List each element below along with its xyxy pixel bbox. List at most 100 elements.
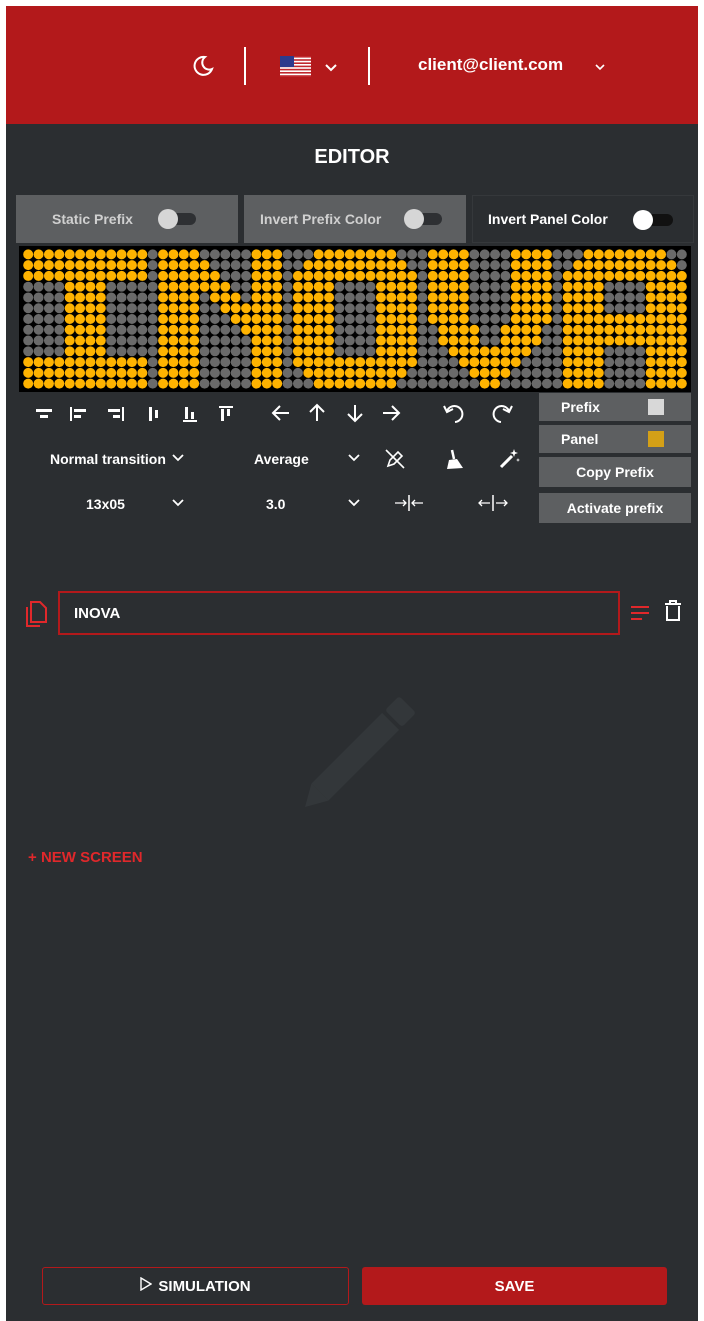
duration-select[interactable]: 3.0 [266,496,285,512]
led-on[interactable] [573,260,584,271]
led-on[interactable] [604,324,615,335]
led-on[interactable] [386,346,397,357]
led-off[interactable] [427,378,438,389]
led-on[interactable] [334,357,345,368]
led-on[interactable] [375,260,386,271]
led-on[interactable] [303,335,314,346]
led-off[interactable] [126,346,137,357]
redo-icon[interactable] [488,400,516,428]
led-off[interactable] [438,357,449,368]
led-on[interactable] [676,346,687,357]
led-on[interactable] [624,270,635,281]
led-off[interactable] [417,249,428,260]
led-on[interactable] [396,303,407,314]
led-on[interactable] [261,314,272,324]
led-off[interactable] [490,303,501,314]
led-on[interactable] [510,260,521,271]
led-on[interactable] [676,303,687,314]
led-on[interactable] [541,303,552,314]
led-on[interactable] [666,346,677,357]
led-on[interactable] [64,303,75,314]
led-on[interactable] [521,314,532,324]
led-on[interactable] [261,367,272,378]
static-prefix-toggle[interactable]: Static Prefix [16,195,238,243]
expand-horizontal-icon[interactable] [476,492,510,514]
led-on[interactable] [334,249,345,260]
led-on[interactable] [614,314,625,324]
led-off[interactable] [137,314,148,324]
led-on[interactable] [676,335,687,346]
align-right-icon[interactable] [106,404,126,424]
led-on[interactable] [635,270,646,281]
led-on[interactable] [365,357,376,368]
led-on[interactable] [666,335,677,346]
led-on[interactable] [116,249,127,260]
arrow-down-icon[interactable] [342,400,368,426]
led-on[interactable] [645,303,656,314]
led-off[interactable] [417,357,428,368]
save-button[interactable]: SAVE [362,1267,667,1305]
led-off[interactable] [33,292,44,303]
led-off[interactable] [147,367,158,378]
led-on[interactable] [458,303,469,314]
led-on[interactable] [583,270,594,281]
led-on[interactable] [624,324,635,335]
led-off[interactable] [500,281,511,292]
led-off[interactable] [220,324,231,335]
led-on[interactable] [292,346,303,357]
led-off[interactable] [334,281,345,292]
led-on[interactable] [95,314,106,324]
led-off[interactable] [500,270,511,281]
led-on[interactable] [85,335,96,346]
led-off[interactable] [147,249,158,260]
led-on[interactable] [303,367,314,378]
led-on[interactable] [261,292,272,303]
led-off[interactable] [106,346,117,357]
led-on[interactable] [573,314,584,324]
led-on[interactable] [95,292,106,303]
led-on[interactable] [241,303,252,314]
led-on[interactable] [137,367,148,378]
led-on[interactable] [334,367,345,378]
led-on[interactable] [375,378,386,389]
led-off[interactable] [500,303,511,314]
led-on[interactable] [656,270,667,281]
led-on[interactable] [541,292,552,303]
led-off[interactable] [355,335,366,346]
led-on[interactable] [324,324,335,335]
led-on[interactable] [261,357,272,368]
led-off[interactable] [241,292,252,303]
screen-options-menu-icon[interactable] [628,601,652,625]
led-off[interactable] [500,249,511,260]
led-on[interactable] [189,281,200,292]
led-off[interactable] [355,314,366,324]
led-on[interactable] [85,378,96,389]
led-off[interactable] [490,260,501,271]
led-on[interactable] [656,324,667,335]
led-off[interactable] [303,249,314,260]
led-on[interactable] [573,378,584,389]
led-off[interactable] [635,292,646,303]
led-on[interactable] [656,303,667,314]
led-off[interactable] [282,378,293,389]
prefix-color-button[interactable]: Prefix [539,393,691,421]
led-on[interactable] [676,292,687,303]
led-on[interactable] [531,335,542,346]
led-on[interactable] [75,346,86,357]
led-on[interactable] [54,270,65,281]
led-on[interactable] [666,292,677,303]
led-off[interactable] [344,281,355,292]
copy-prefix-button[interactable]: Copy Prefix [539,457,691,487]
led-off[interactable] [541,335,552,346]
led-on[interactable] [458,357,469,368]
led-on[interactable] [562,292,573,303]
led-on[interactable] [85,249,96,260]
led-display-panel[interactable] [19,246,691,392]
led-off[interactable] [531,378,542,389]
led-on[interactable] [85,367,96,378]
led-on[interactable] [593,260,604,271]
led-on[interactable] [178,357,189,368]
led-off[interactable] [355,281,366,292]
led-on[interactable] [75,249,86,260]
led-off[interactable] [230,367,241,378]
